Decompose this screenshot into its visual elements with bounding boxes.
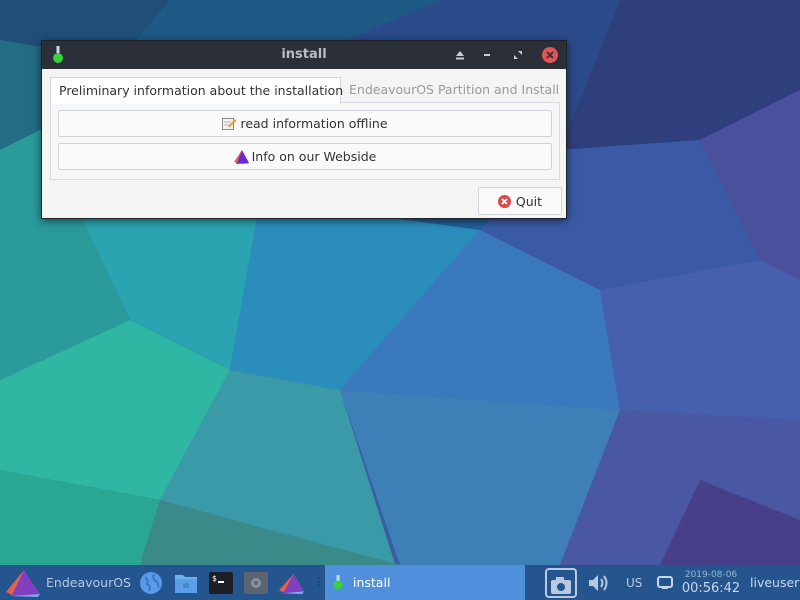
shade-button[interactable] [452,47,468,63]
website-info-label: Info on our Webside [251,149,377,164]
globe-icon [140,571,162,594]
clock[interactable]: 2019-08-06 00:56:42 [682,565,740,600]
quit-button[interactable]: Quit [478,187,562,215]
volume-icon [589,574,608,591]
keyboard-layout-indicator[interactable]: US [626,565,642,600]
volume-button[interactable] [586,565,612,600]
window-titlebar[interactable]: install [42,41,566,69]
shade-icon [456,51,464,60]
endeavouros-logo-icon [6,569,40,597]
close-icon [546,51,554,59]
read-offline-button[interactable]: read information offline [58,110,552,137]
clock-time: 00:56:42 [681,580,741,596]
window-content: Preliminary information about the instal… [42,69,566,218]
camera-icon [545,567,577,598]
notepad-icon [222,117,237,130]
maximize-button[interactable] [510,47,526,63]
svg-text:$: $ [212,574,217,583]
taskbar-drag-handle[interactable]: ⋮ [314,565,324,600]
launcher-settings[interactable] [243,565,269,600]
launcher-endeavouros[interactable] [278,565,304,600]
endeavouros-logo-icon [278,573,304,594]
terminal-icon: $ [209,571,233,594]
launcher-file-manager[interactable] [173,565,199,600]
install-window: install Preliminary information about th… [41,40,567,219]
application-menu-button[interactable]: EndeavourOS [4,565,131,600]
tab-preliminary-information[interactable]: Preliminary information about the instal… [50,77,343,104]
endeavouros-logo-icon [233,149,249,164]
minimize-button[interactable] [479,47,495,63]
quit-icon [497,194,511,208]
screenshot-button[interactable] [545,565,577,600]
folder-icon [175,574,197,593]
website-info-button[interactable]: Info on our Webside [58,143,552,170]
close-button[interactable] [542,47,558,63]
maximize-icon [514,51,522,59]
notification-icon [657,575,673,589]
minimize-icon [484,54,490,56]
taskbar: EndeavourOS $ ⋮ install US 2019-08-06 00… [0,565,800,600]
launcher-terminal[interactable]: $ [208,565,234,600]
quit-label: Quit [515,193,543,209]
application-menu-label: EndeavourOS [46,575,131,590]
task-install[interactable]: install [325,565,525,600]
flask-icon [333,575,343,590]
tab-partition-and-install[interactable]: EndeavourOS Partition and Install [341,77,559,103]
read-offline-label: read information offline [240,116,388,131]
notifications-button[interactable] [656,565,674,600]
gear-icon [244,571,268,594]
user-menu[interactable]: liveuser [750,565,799,600]
tab-panel: read information offline Info on our Web… [50,102,560,180]
clock-date: 2019-08-06 [684,569,738,580]
launcher-web-browser[interactable] [138,565,164,600]
tab-bar: Preliminary information about the instal… [50,77,559,104]
task-install-label: install [353,575,391,590]
